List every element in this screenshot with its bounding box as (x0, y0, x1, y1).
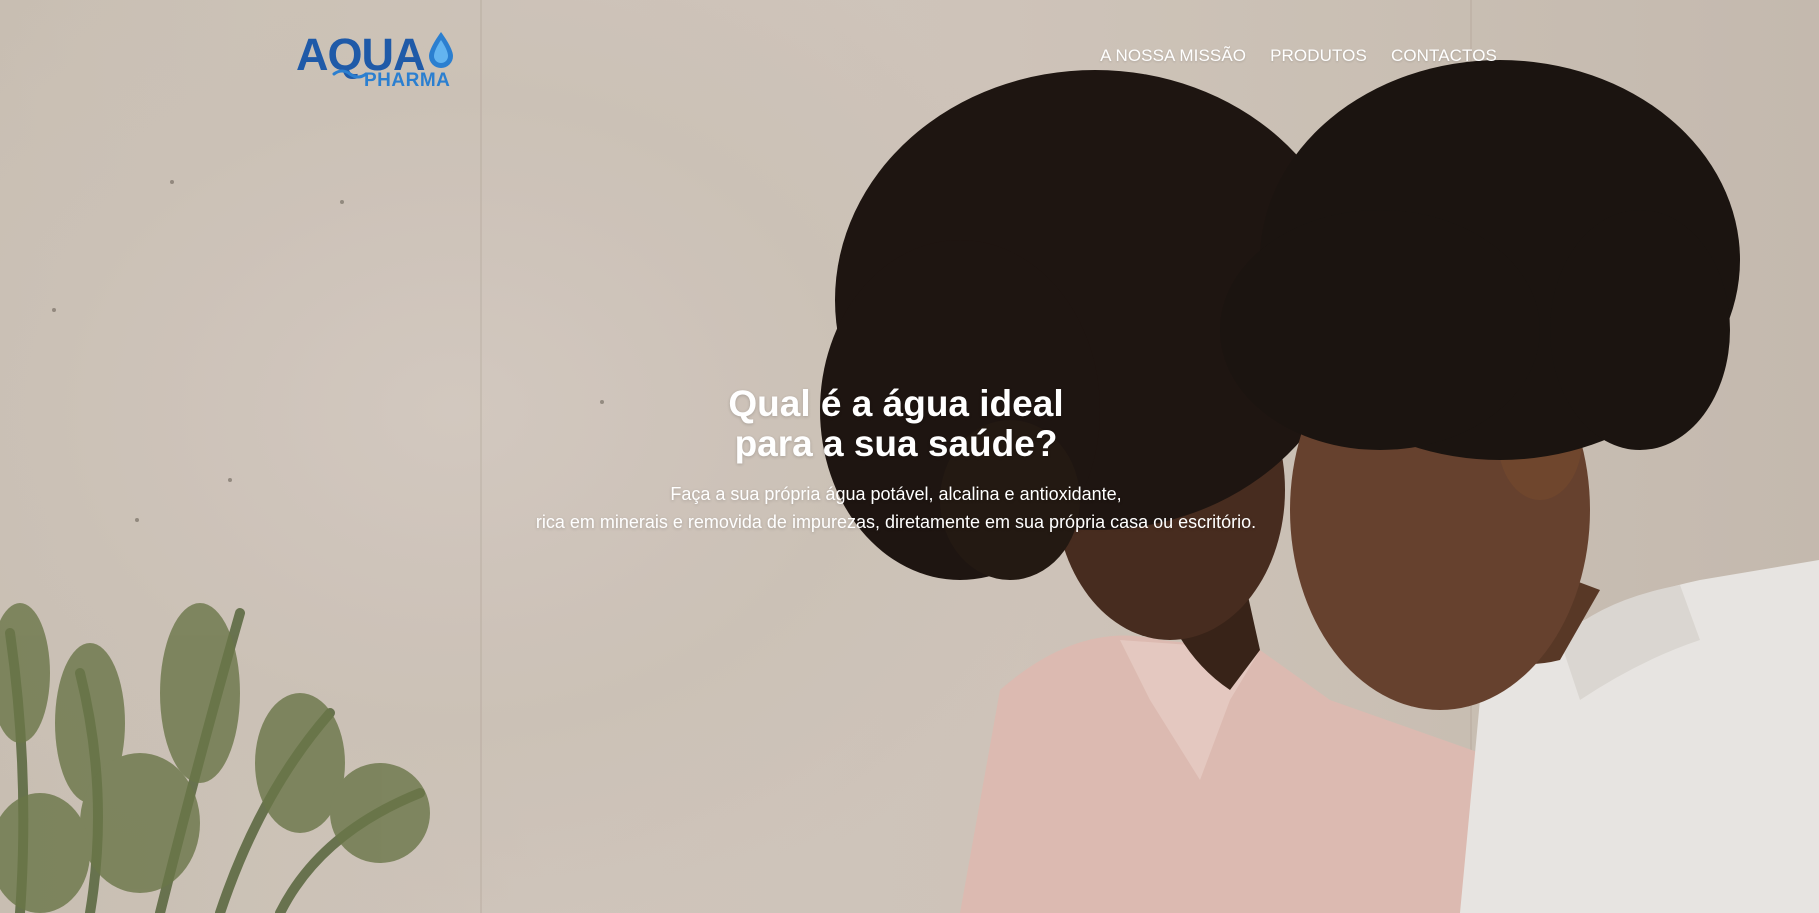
hero-content: Qual é a água ideal para a sua saúde? Fa… (0, 384, 1792, 536)
nav-item-contactos[interactable]: CONTACTOS (1391, 46, 1497, 66)
nav-item-produtos[interactable]: PRODUTOS (1270, 46, 1367, 66)
hero-title-line-2: para a sua saúde? (734, 423, 1058, 464)
site-header: AQUA PHARMA A NOSSA MISSÃO PRODUTOS CONT… (0, 0, 1819, 110)
main-nav: A NOSSA MISSÃO PRODUTOS CONTACTOS (1100, 46, 1497, 66)
brand-logo[interactable]: AQUA PHARMA (296, 30, 461, 90)
hero-subtitle-line-2: rica em minerais e removida de impurezas… (535, 512, 1257, 532)
nav-item-missao[interactable]: A NOSSA MISSÃO (1100, 46, 1246, 66)
hero-title: Qual é a água ideal para a sua saúde? (0, 384, 1792, 464)
logo-text-pharma: PHARMA (364, 70, 451, 91)
hero-title-line-1: Qual é a água ideal (728, 383, 1064, 424)
water-drop-icon (429, 32, 453, 68)
hero-subtitle: Faça a sua própria água potável, alcalin… (0, 480, 1792, 536)
hero-subtitle-line-1: Faça a sua própria água potável, alcalin… (670, 484, 1122, 504)
